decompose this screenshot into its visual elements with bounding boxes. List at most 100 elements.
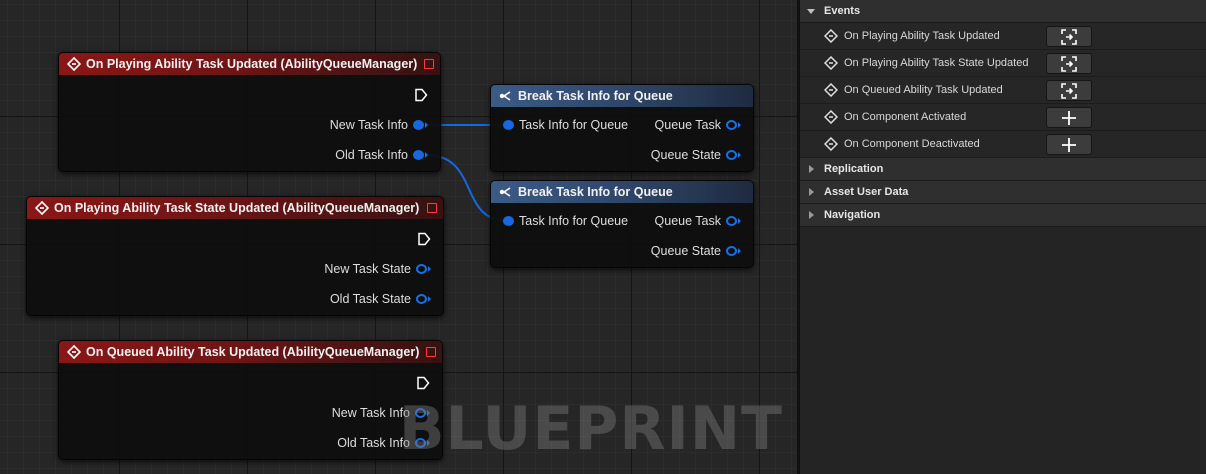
node-title: Break Task Info for Queue [518, 185, 673, 199]
struct-pin-icon[interactable] [726, 120, 737, 130]
category-label: Navigation [824, 209, 881, 221]
event-label: On Component Deactivated [844, 138, 980, 150]
event-row-queued-task-updated: On Queued Ability Task Updated [800, 77, 1206, 104]
pin-label: Queue Task [654, 118, 721, 132]
go-to-node-icon [1061, 82, 1077, 99]
node-header[interactable]: Break Task Info for Queue [491, 181, 753, 203]
delegate-square-icon [424, 59, 434, 69]
category-label: Events [824, 5, 861, 17]
break-task-info-node-1[interactable]: Break Task Info for Queue Task Info for … [490, 84, 754, 172]
pin-label: New Task Info [329, 118, 408, 132]
exec-out-pin-icon[interactable] [416, 376, 430, 390]
pin-label: Queue State [650, 244, 721, 258]
node-title: On Playing Ability Task State Updated (A… [54, 201, 420, 215]
chevron-right-icon[interactable] [806, 187, 816, 197]
struct-pin-icon[interactable] [413, 150, 424, 160]
pin-label: Task Info for Queue [519, 118, 629, 132]
pin-arrow-icon [425, 152, 428, 158]
category-asset-user-data[interactable]: Asset User Data [800, 181, 1206, 204]
struct-pin-icon[interactable] [413, 120, 424, 130]
go-to-node-button[interactable] [1046, 53, 1092, 74]
output-pin-old-task-state[interactable]: Old Task State [330, 292, 431, 306]
struct-pin-icon[interactable] [726, 246, 737, 256]
chevron-right-icon[interactable] [806, 164, 816, 174]
event-label: On Playing Ability Task Updated [844, 30, 1000, 42]
event-node-playing-task-updated[interactable]: On Playing Ability Task Updated (Ability… [58, 52, 441, 172]
delegate-square-icon [426, 347, 436, 357]
output-pin-queue-state[interactable]: Queue State [651, 148, 741, 162]
output-pin-new-task-state[interactable]: New Task State [324, 262, 431, 276]
add-event-button[interactable] [1046, 134, 1092, 155]
output-pin-old-task-info[interactable]: Old Task Info [335, 148, 428, 162]
pin-arrow-icon [738, 122, 741, 128]
node-header[interactable]: On Queued Ability Task Updated (AbilityQ… [59, 341, 442, 363]
struct-pin-icon[interactable] [726, 216, 737, 226]
pin-arrow-icon [425, 122, 428, 128]
node-header[interactable]: Break Task Info for Queue [491, 85, 753, 107]
pin-label: Queue Task [654, 214, 721, 228]
event-diamond-icon [824, 110, 838, 124]
break-struct-icon [499, 91, 511, 101]
event-diamond-icon [35, 201, 49, 215]
category-events[interactable]: Events [800, 0, 1206, 23]
category-label: Replication [824, 163, 884, 175]
plus-icon [1062, 137, 1076, 152]
output-pin-new-task-info[interactable]: New Task Info [330, 118, 428, 132]
output-pin-queue-task[interactable]: Queue Task [655, 118, 741, 132]
node-title: Break Task Info for Queue [518, 89, 673, 103]
struct-pin-icon[interactable] [503, 216, 514, 226]
pin-arrow-icon [428, 266, 431, 272]
exec-out-pin-icon[interactable] [414, 88, 428, 102]
pin-arrow-icon [738, 152, 741, 158]
event-label: On Queued Ability Task Updated [844, 84, 1003, 96]
struct-pin-icon[interactable] [726, 150, 737, 160]
struct-pin-icon[interactable] [416, 264, 427, 274]
pin-label: Task Info for Queue [519, 214, 629, 228]
exec-out-pin-icon[interactable] [417, 232, 431, 246]
event-diamond-icon [67, 57, 81, 71]
event-row-playing-task-updated: On Playing Ability Task Updated [800, 23, 1206, 50]
pin-arrow-icon [738, 218, 741, 224]
output-pin-queue-state[interactable]: Queue State [651, 244, 741, 258]
event-row-playing-task-state-updated: On Playing Ability Task State Updated [800, 50, 1206, 77]
event-node-queued-task-updated[interactable]: On Queued Ability Task Updated (AbilityQ… [58, 340, 443, 460]
go-to-node-icon [1061, 55, 1077, 72]
node-header[interactable]: On Playing Ability Task State Updated (A… [27, 197, 443, 219]
break-struct-icon [499, 187, 511, 197]
struct-pin-icon[interactable] [503, 120, 514, 130]
category-navigation[interactable]: Navigation [800, 204, 1206, 227]
blueprint-graph-canvas[interactable]: On Playing Ability Task Updated (Ability… [0, 0, 797, 474]
break-task-info-node-2[interactable]: Break Task Info for Queue Task Info for … [490, 180, 754, 268]
chevron-down-icon[interactable] [806, 6, 816, 16]
event-row-component-activated: On Component Activated [800, 104, 1206, 131]
category-label: Asset User Data [824, 186, 909, 198]
event-diamond-icon [824, 137, 838, 151]
plus-icon [1062, 110, 1076, 125]
blueprint-watermark: BLUEPRINT [398, 394, 783, 464]
event-diamond-icon [824, 83, 838, 97]
pin-label: Queue State [650, 148, 721, 162]
node-header[interactable]: On Playing Ability Task Updated (Ability… [59, 53, 440, 75]
input-pin-task-info-for-queue[interactable]: Task Info for Queue [503, 118, 628, 132]
add-event-button[interactable] [1046, 107, 1092, 128]
chevron-right-icon[interactable] [806, 210, 816, 220]
input-pin-task-info-for-queue[interactable]: Task Info for Queue [503, 214, 628, 228]
go-to-node-button[interactable] [1046, 80, 1092, 101]
go-to-node-button[interactable] [1046, 26, 1092, 47]
pin-arrow-icon [428, 296, 431, 302]
details-panel: Events On Playing Ability Task Updated O… [797, 0, 1206, 474]
pin-arrow-icon [738, 248, 741, 254]
struct-pin-icon[interactable] [416, 294, 427, 304]
category-replication[interactable]: Replication [800, 158, 1206, 181]
event-diamond-icon [67, 345, 81, 359]
pin-label: New Task State [324, 262, 411, 276]
event-node-playing-task-state-updated[interactable]: On Playing Ability Task State Updated (A… [26, 196, 444, 316]
node-title: On Playing Ability Task Updated (Ability… [86, 57, 418, 71]
node-title: On Queued Ability Task Updated (AbilityQ… [86, 345, 420, 359]
pin-label: Old Task State [329, 292, 411, 306]
pin-label: Old Task Info [335, 148, 408, 162]
event-diamond-icon [824, 29, 838, 43]
output-pin-queue-task[interactable]: Queue Task [655, 214, 741, 228]
event-diamond-icon [824, 56, 838, 70]
event-label: On Playing Ability Task State Updated [844, 57, 1029, 69]
